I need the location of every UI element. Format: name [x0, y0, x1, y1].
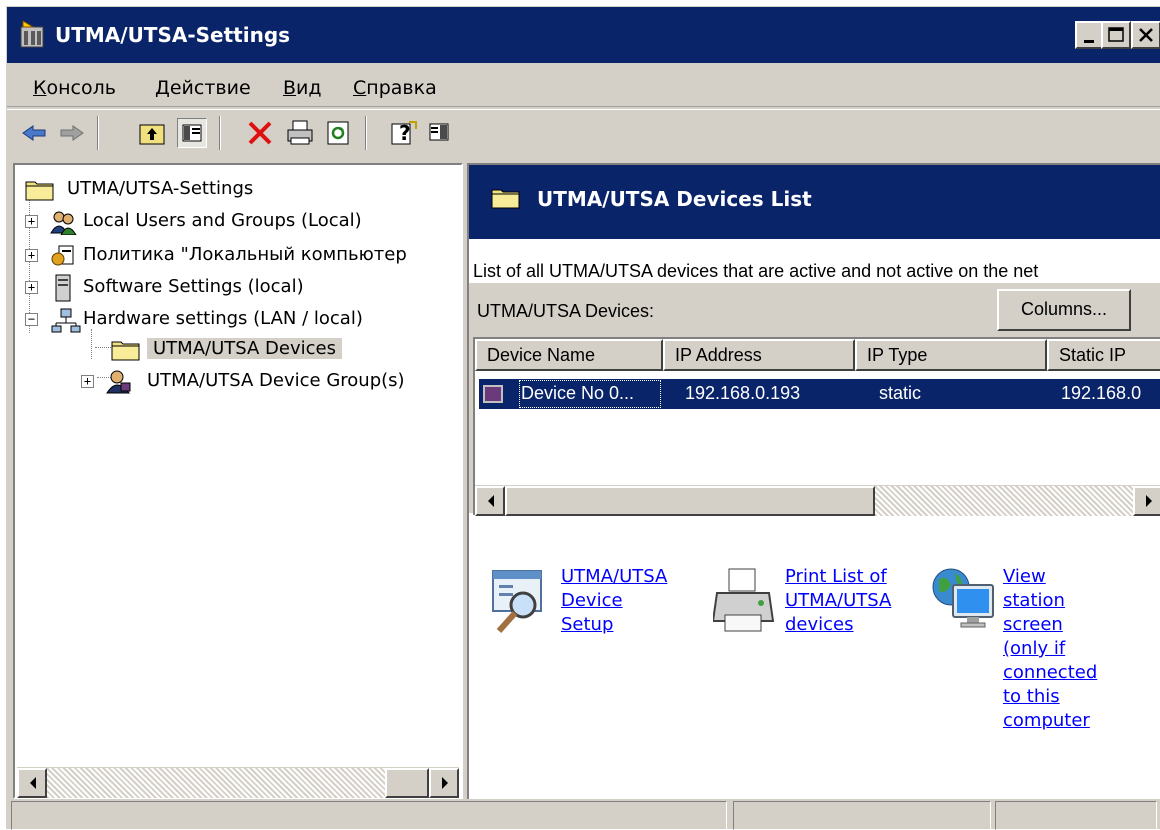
devices-section: UTMA/UTSA Devices: Columns... Device Nam… — [469, 283, 1160, 516]
menu-view[interactable]: Вид — [283, 77, 322, 99]
menu-console-label: онсоль — [46, 77, 116, 99]
help-icon[interactable]: ? — [389, 118, 419, 148]
title-bar[interactable]: UTMA/UTSA-Settings — [7, 7, 1160, 63]
view-screen-icon — [932, 568, 994, 628]
toolbar-separator — [97, 116, 99, 150]
status-bar — [7, 799, 1160, 830]
scroll-thumb[interactable] — [385, 768, 429, 798]
network-icon — [51, 308, 81, 333]
scroll-left-button[interactable] — [475, 486, 505, 516]
status-panel — [733, 801, 991, 830]
tree-line — [91, 329, 92, 359]
pane-header: UTMA/UTSA Devices List — [469, 165, 1160, 239]
toolbar-separator — [219, 116, 221, 150]
tree-item-label: Политика "Локальный компьютер — [83, 244, 407, 265]
list-header: Device Name IP Address IP Type Static IP — [475, 339, 1160, 371]
software-icon — [55, 274, 71, 302]
column-header-device-name[interactable]: Device Name — [475, 339, 663, 371]
table-row[interactable]: Device No 0... 192.168.0.193 static 192.… — [479, 379, 1160, 409]
expand-plus-icon[interactable]: + — [81, 375, 94, 388]
device-setup-icon — [492, 570, 542, 633]
policy-icon — [51, 245, 74, 266]
delete-icon[interactable] — [245, 118, 275, 148]
app-icon — [19, 19, 47, 49]
tree-item-label: Local Users and Groups (Local) — [83, 210, 362, 231]
maximize-button[interactable] — [1101, 21, 1131, 49]
scroll-left-button[interactable] — [17, 768, 47, 798]
scroll-right-button[interactable] — [1133, 486, 1160, 516]
menu-action[interactable]: Действие — [155, 77, 251, 99]
expand-plus-icon[interactable]: + — [25, 215, 38, 228]
column-header-ip-type[interactable]: IP Type — [855, 339, 1047, 371]
expand-plus-icon[interactable]: + — [25, 249, 38, 262]
refresh-icon[interactable] — [323, 118, 353, 148]
columns-button[interactable]: Columns... — [997, 289, 1131, 331]
show-hide-tree-icon[interactable] — [177, 118, 207, 148]
device-setup-link[interactable]: UTMA/UTSA Device Setup — [561, 565, 667, 637]
tree-horizontal-scrollbar[interactable] — [17, 767, 459, 798]
menu-console-accel: К — [33, 77, 47, 99]
close-button[interactable] — [1131, 21, 1160, 49]
mmc-window: UTMA/UTSA-Settings Консоль Действие Вид … — [6, 6, 1160, 830]
toolbar: ? — [7, 109, 1160, 155]
collapse-minus-icon[interactable]: − — [25, 313, 38, 326]
view-screen-link[interactable]: View station screen (only if connected t… — [1003, 565, 1097, 733]
cell-ip-address: 192.168.0.193 — [685, 383, 801, 403]
menu-action-accel: Д — [155, 77, 170, 99]
column-header-ip-address[interactable]: IP Address — [663, 339, 855, 371]
column-header-static-ip[interactable]: Static IP — [1047, 339, 1160, 371]
tree-item-label: UTMA/UTSA Device Group(s) — [147, 370, 405, 391]
forward-arrow-icon[interactable] — [57, 118, 87, 148]
status-panel — [11, 801, 727, 830]
expand-plus-icon[interactable]: + — [25, 281, 38, 294]
cell-static-ip: 192.168.0 — [1061, 383, 1142, 403]
status-panel — [995, 801, 1157, 830]
menu-help[interactable]: Справка — [353, 77, 437, 99]
device-icon — [483, 385, 503, 403]
pane-title: UTMA/UTSA Devices List — [537, 187, 812, 211]
print-icon[interactable] — [285, 118, 315, 148]
print-list-link[interactable]: Print List of UTMA/UTSA devices — [785, 565, 891, 637]
users-groups-icon — [50, 211, 77, 235]
tree-item-label: UTMA/UTSA-Settings — [67, 178, 254, 199]
cell-ip-type: static — [879, 383, 922, 403]
menu-console[interactable]: Консоль — [33, 77, 116, 99]
menu-bar: Консоль Действие Вид Справка — [7, 65, 1160, 107]
tree-item-label: Hardware settings (LAN / local) — [83, 308, 363, 329]
scroll-right-button[interactable] — [429, 768, 459, 798]
devices-listview[interactable]: Device Name IP Address IP Type Static IP… — [473, 337, 1160, 516]
scroll-track[interactable] — [875, 486, 1133, 516]
printer-icon — [713, 568, 775, 632]
menu-action-label: ействие — [169, 77, 251, 99]
menu-view-label: ид — [296, 77, 322, 99]
cell-device-name: Device No 0... — [521, 383, 635, 403]
window-title: UTMA/UTSA-Settings — [55, 23, 291, 47]
menu-view-accel: В — [283, 77, 297, 99]
back-arrow-icon[interactable] — [19, 118, 49, 148]
action-pane-icon[interactable] — [425, 118, 455, 148]
folder-icon — [491, 189, 520, 209]
folder-icon — [111, 341, 140, 361]
tree-item-label: UTMA/UTSA Devices — [147, 338, 342, 359]
console-tree[interactable]: UTMA/UTSA-Settings + Local Users and Gro… — [13, 163, 463, 799]
folder-icon — [25, 181, 54, 201]
scroll-track[interactable] — [47, 768, 385, 798]
list-horizontal-scrollbar[interactable] — [475, 485, 1160, 516]
pane-description: List of all UTMA/UTSA devices that are a… — [473, 261, 1039, 281]
toolbar-separator — [365, 116, 367, 150]
tree-item-label: Software Settings (local) — [83, 276, 304, 297]
menu-help-label: правка — [366, 77, 437, 99]
scroll-thumb[interactable] — [505, 486, 875, 516]
devices-label: UTMA/UTSA Devices: — [477, 301, 655, 321]
device-group-icon — [106, 370, 131, 394]
up-folder-icon[interactable] — [137, 118, 167, 148]
menu-help-accel: С — [353, 77, 367, 99]
svg-text:?: ? — [399, 121, 411, 145]
details-pane: UTMA/UTSA Devices List List of all UTMA/… — [467, 163, 1160, 799]
